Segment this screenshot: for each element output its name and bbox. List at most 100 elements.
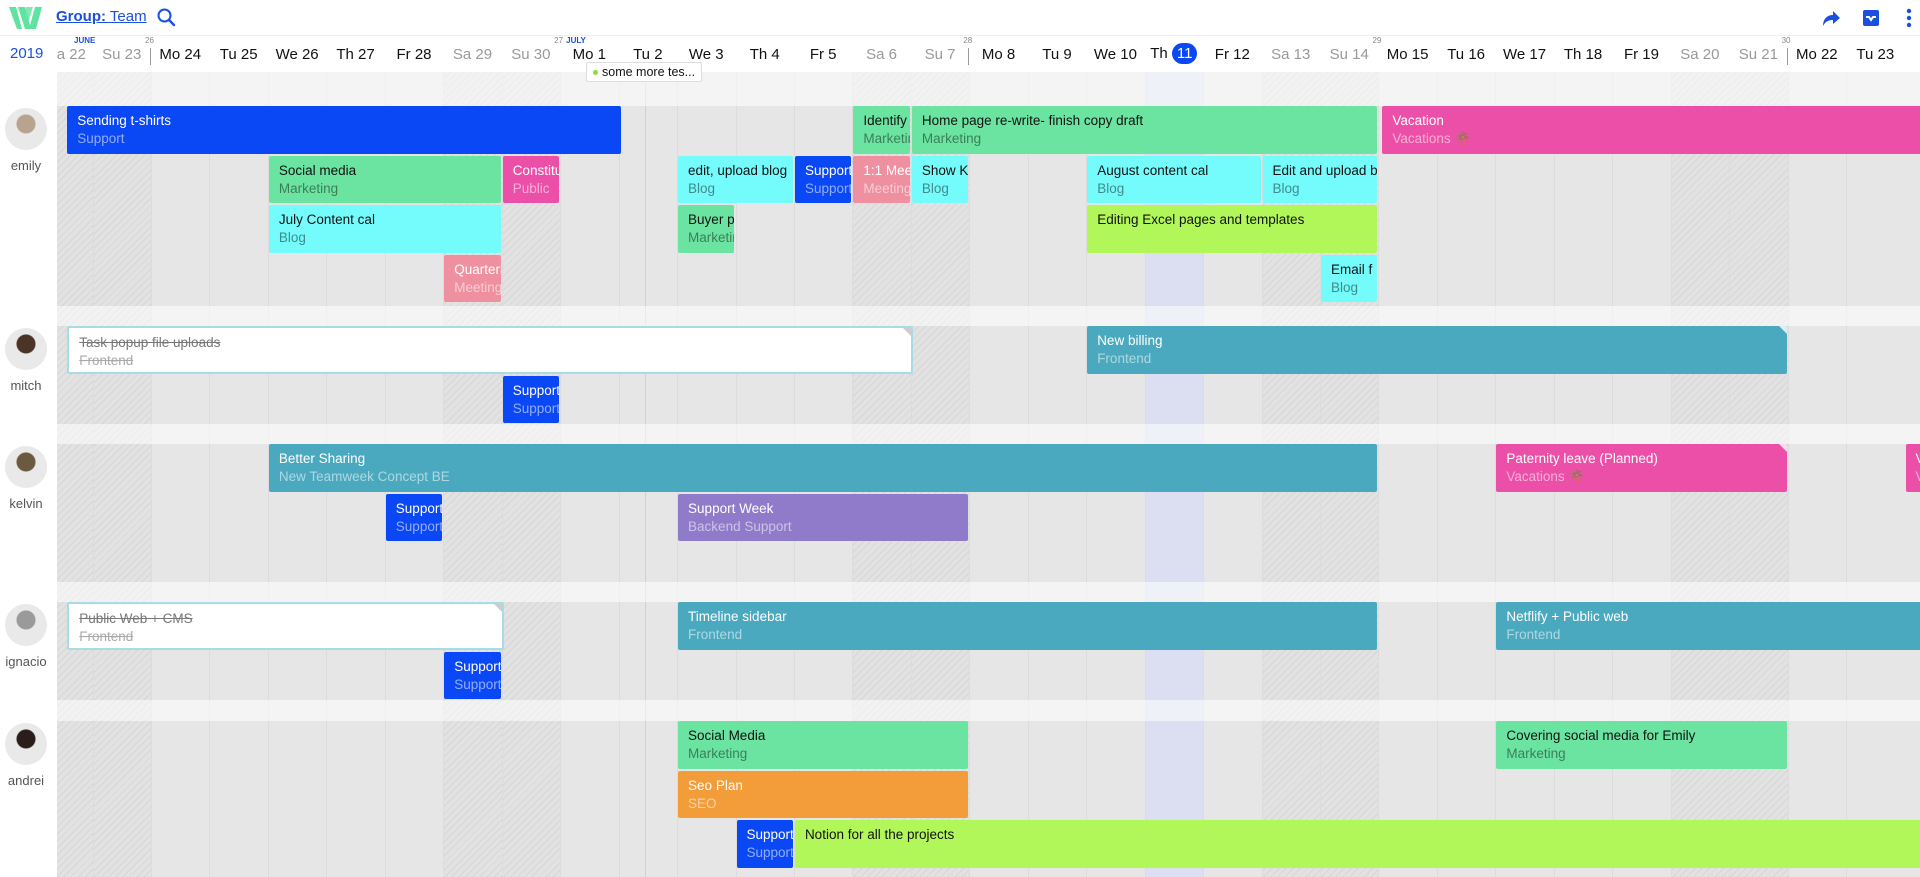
task-card[interactable]: Identify Marketing [853,106,910,154]
task-card[interactable]: Task popup file uploads Frontend [67,326,913,374]
day-header[interactable]: Mo 8 [969,46,1027,63]
task-project: Vacations 🌴 [1506,469,1586,484]
task-card[interactable]: Support Support [736,820,793,868]
task-title: Support [395,500,443,516]
group-selector[interactable]: Group: Team [56,8,147,25]
share-icon[interactable] [1820,7,1842,29]
task-title: Better Sharing [278,451,366,466]
day-header[interactable]: Sa 22 [56,46,86,63]
month-label: JULY [566,36,586,45]
task-card[interactable]: Sending t-shirts Support [67,106,621,154]
day-header[interactable]: Su 7 [911,46,969,63]
day-column [209,72,267,877]
task-card[interactable]: August content cal Blog [1087,155,1261,203]
task-title: Sending t-shirts [77,113,172,128]
day-header[interactable]: Tu 16 [1437,46,1495,63]
day-header[interactable]: Sa 29 [443,46,501,63]
task-card[interactable]: Support Support [444,651,501,699]
task-card[interactable]: Email f Blog [1321,254,1378,302]
task-title: Constitution [512,162,560,178]
task-corner-marker [902,328,911,336]
task-card[interactable]: edit, upload blog Blog [678,155,793,203]
user-name[interactable]: kelvin [0,496,52,511]
task-card[interactable]: 1:1 Meeting Meeting [853,155,910,203]
more-tasks-popup[interactable]: some more tes... [586,62,703,82]
task-card[interactable]: Social media Marketing [268,155,501,203]
day-header[interactable]: Fr 28 [385,46,443,63]
avatar[interactable] [5,723,47,765]
logo-icon[interactable] [9,5,45,31]
task-card[interactable]: Notion for all the projects [794,820,1920,868]
task-card[interactable]: Show K Blog [911,155,969,203]
user-name[interactable]: ignacio [0,654,52,669]
day-header[interactable]: Mo 15 [1378,46,1436,63]
day-header[interactable]: Tu 23 [1846,46,1904,63]
task-card[interactable]: Support Support [502,375,560,423]
task-project: Frontend [1506,627,1561,642]
task-card[interactable]: Constitution Public [502,155,560,203]
task-project: Public [512,180,550,196]
task-project: Blog [921,180,949,196]
avatar[interactable] [5,328,47,370]
day-header[interactable]: We 17 [1495,46,1553,63]
day-header[interactable]: We 10 [1086,46,1144,63]
day-header[interactable]: Sa 13 [1262,46,1320,63]
today-badge: 11 [1171,43,1198,64]
task-card[interactable]: Support Week Backend Support [678,493,969,541]
user-name[interactable]: andrei [0,773,52,788]
task-card[interactable]: Support Support [385,493,443,541]
day-header[interactable]: We 26 [268,46,326,63]
day-header[interactable]: Th 4 [736,46,794,63]
day-header[interactable]: Sa 6 [852,46,910,63]
user-name[interactable]: mitch [0,378,52,393]
task-card[interactable]: New billing Frontend [1087,326,1787,374]
task-card[interactable]: Public Web + CMS Frontend [67,602,504,650]
task-card[interactable]: Edit and upload blog Blog [1262,155,1378,203]
more-vertical-icon[interactable] [1898,7,1920,29]
avatar[interactable] [5,604,47,646]
day-header[interactable]: Su 21 [1729,46,1787,63]
day-header[interactable]: Su 30 [502,46,560,63]
day-header[interactable]: Tu 2 [619,46,677,63]
day-header[interactable]: Fr 19 [1612,46,1670,63]
day-header[interactable]: Mo 24 [151,46,209,63]
task-card[interactable]: July Content cal Blog [268,205,501,253]
avatar[interactable] [5,108,47,150]
day-header[interactable]: Th 18 [1554,46,1612,63]
task-card[interactable]: Seo Plan SEO [678,770,969,818]
task-card[interactable]: Quarterly Meeting [444,254,501,302]
day-header[interactable]: Sa 20 [1671,46,1729,63]
day-header[interactable]: Th 27 [326,46,384,63]
day-header[interactable]: Mo 22 [1788,46,1846,63]
day-header[interactable]: Su 14 [1320,46,1378,63]
task-card[interactable]: Better Sharing New Teamweek Concept BE [268,444,1378,492]
inbox-icon[interactable] [1860,7,1882,29]
task-card[interactable]: Buyer persona Marketing [678,205,735,253]
day-header[interactable]: Fr 12 [1203,46,1261,63]
task-title: Covering social media for Emily [1506,728,1696,743]
year-label[interactable]: 2019 [10,45,43,62]
task-card[interactable]: Paternity leave (Planned) Vacations 🌴 [1496,444,1787,492]
day-header[interactable]: We 3 [677,46,735,63]
task-title: Identify [863,113,907,128]
task-project: Vacations 🌴 [1392,131,1472,146]
task-card[interactable]: Social Media Marketing [678,721,969,769]
day-header[interactable]: Tu 25 [209,46,267,63]
day-header[interactable]: Su 23 [93,46,151,63]
task-card[interactable]: Netflify + Public web Frontend [1496,602,1920,650]
task-card[interactable]: Timeline sidebar Frontend [678,602,1378,650]
task-card[interactable]: Vacations (Planned)Vacations 🌴 [1905,444,1920,492]
task-card[interactable]: Vacation Vacations 🌴 [1382,106,1920,154]
day-header[interactable]: Th 11 [1145,43,1203,64]
day-header[interactable]: Tu 9 [1028,46,1086,63]
timeline-grid[interactable]: Sending t-shirts Support Identify Marketing… [57,72,1920,877]
task-card[interactable]: Covering social media for Emily Marketing [1496,721,1787,769]
task-card[interactable]: Home page re-write- finish copy draft Mar… [911,106,1378,154]
avatar[interactable] [5,446,47,488]
task-card[interactable]: Editing Excel pages and templates [1087,205,1378,253]
user-name[interactable]: emily [0,158,52,173]
day-header[interactable]: Mo 1 [560,46,618,63]
search-icon[interactable] [156,7,176,27]
day-header[interactable]: Fr 5 [794,46,852,63]
task-card[interactable]: Support Support [794,155,852,203]
